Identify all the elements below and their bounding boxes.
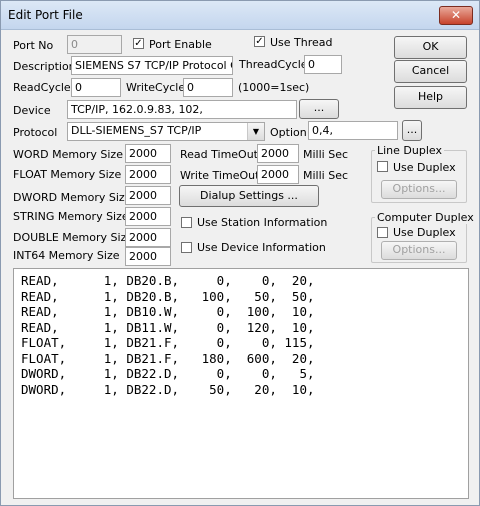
write-cycle-field[interactable]: 0 xyxy=(183,78,233,97)
line-duplex-checkbox-label: Use Duplex xyxy=(393,161,456,174)
thread-cycle-field[interactable]: 0 xyxy=(304,55,342,74)
string-memory-field[interactable]: 2000 xyxy=(125,207,171,226)
line-duplex-checkbox[interactable] xyxy=(377,161,388,172)
window-title: Edit Port File xyxy=(8,8,83,22)
description-label: Description xyxy=(13,60,76,73)
option-field[interactable]: 0,4, xyxy=(308,121,398,140)
write-timeout-field[interactable]: 2000 xyxy=(257,165,299,184)
port-enable-checkbox[interactable]: ✓ xyxy=(133,38,144,49)
device-field[interactable]: TCP/IP, 162.0.9.83, 102, xyxy=(67,100,297,119)
description-field[interactable]: SIEMENS S7 TCP/IP Protocol Comm xyxy=(71,56,233,75)
use-device-info-checkbox[interactable] xyxy=(181,242,192,253)
write-timeout-unit: Milli Sec xyxy=(303,169,349,182)
port-no-label: Port No xyxy=(13,39,54,52)
string-memory-label: STRING Memory Size xyxy=(13,210,129,223)
write-cycle-label: WriteCycle xyxy=(126,81,186,94)
title-bar: Edit Port File ✕ xyxy=(1,1,479,30)
line-duplex-row: Use Duplex xyxy=(377,159,463,177)
int64-memory-label: INT64 Memory Size xyxy=(13,249,120,262)
use-thread-checkbox[interactable]: ✓ xyxy=(254,36,265,47)
double-memory-field[interactable]: 2000 xyxy=(125,228,171,247)
chevron-down-icon[interactable]: ▼ xyxy=(247,123,264,140)
config-textarea[interactable]: READ, 1, DB20.B, 0, 0, 20, READ, 1, DB20… xyxy=(13,268,469,499)
thread-cycle-label: ThreadCycle xyxy=(239,58,308,71)
dialup-settings-button[interactable]: Dialup Settings ... xyxy=(179,185,319,207)
read-cycle-label: ReadCycle xyxy=(13,81,71,94)
protocol-label: Protocol xyxy=(13,126,58,139)
ok-button[interactable]: OK xyxy=(394,36,467,59)
computer-duplex-checkbox[interactable] xyxy=(377,227,388,238)
use-station-info-checkbox[interactable] xyxy=(181,217,192,228)
protocol-select[interactable]: DLL-SIEMENS_S7 TCP/IP ▼ xyxy=(67,122,265,141)
device-label: Device xyxy=(13,104,51,117)
double-memory-label: DOUBLE Memory Size xyxy=(13,231,134,244)
edit-port-file-dialog: Edit Port File ✕ Port No 0 ✓ Port Enable… xyxy=(0,0,480,506)
computer-duplex-checkbox-label: Use Duplex xyxy=(393,226,456,239)
line-duplex-options-button[interactable]: Options... xyxy=(381,180,457,199)
read-timeout-unit: Milli Sec xyxy=(303,148,349,161)
float-memory-label: FLOAT Memory Size xyxy=(13,168,122,181)
help-button[interactable]: Help xyxy=(394,86,467,109)
float-memory-field[interactable]: 2000 xyxy=(125,165,171,184)
read-cycle-field[interactable]: 0 xyxy=(71,78,121,97)
option-label: Option xyxy=(270,126,307,139)
config-text: READ, 1, DB20.B, 0, 0, 20, READ, 1, DB20… xyxy=(21,273,315,397)
computer-duplex-title: Computer Duplex xyxy=(375,211,476,224)
device-browse-button[interactable]: ... xyxy=(299,99,339,119)
int64-memory-field[interactable]: 2000 xyxy=(125,247,171,266)
option-browse-button[interactable]: ... xyxy=(402,120,422,141)
cycle-hint: (1000=1sec) xyxy=(238,81,310,94)
word-memory-label: WORD Memory Size xyxy=(13,148,123,161)
dword-memory-label: DWORD Memory Size xyxy=(13,191,132,204)
write-timeout-label: Write TimeOut xyxy=(180,169,260,182)
port-enable-label: Port Enable xyxy=(149,38,212,51)
protocol-value: DLL-SIEMENS_S7 TCP/IP xyxy=(71,124,202,137)
close-button[interactable]: ✕ xyxy=(439,6,473,25)
computer-duplex-options-button[interactable]: Options... xyxy=(381,241,457,260)
port-no-field[interactable]: 0 xyxy=(67,35,122,54)
use-station-info-label: Use Station Information xyxy=(197,216,328,229)
dword-memory-field[interactable]: 2000 xyxy=(125,186,171,205)
use-device-info-label: Use Device Information xyxy=(197,241,326,254)
use-thread-label: Use Thread xyxy=(270,36,333,49)
word-memory-field[interactable]: 2000 xyxy=(125,144,171,163)
read-timeout-label: Read TimeOut xyxy=(180,148,258,161)
cancel-button[interactable]: Cancel xyxy=(394,60,467,83)
read-timeout-field[interactable]: 2000 xyxy=(257,144,299,163)
line-duplex-title: Line Duplex xyxy=(375,144,444,157)
